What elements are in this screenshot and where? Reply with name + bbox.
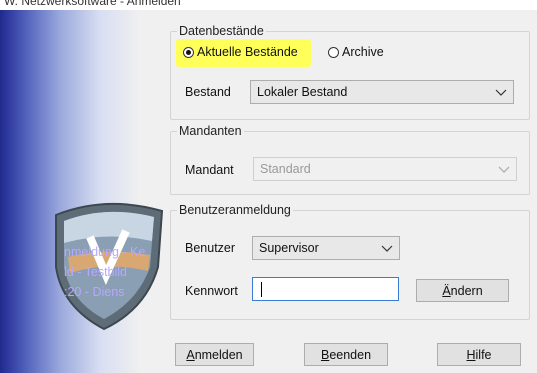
mandant-select: Standard — [253, 157, 517, 181]
radio-selected-icon — [183, 46, 194, 58]
text-caret — [261, 282, 262, 297]
user-value: Supervisor — [259, 241, 319, 255]
chevron-down-icon — [381, 245, 393, 252]
radio-unselected-icon — [328, 46, 339, 58]
shield-caption-1: nmeldung - Ke — [64, 245, 146, 259]
radio-archive[interactable]: Archive — [328, 45, 384, 59]
login-button[interactable]: Anmelden — [175, 343, 254, 366]
title-bar: W. Netzwerksoftware - Anmelden — [0, 0, 537, 10]
change-password-button[interactable]: Ändern — [416, 279, 509, 302]
password-field[interactable] — [252, 277, 399, 301]
mandant-value: Standard — [260, 162, 311, 176]
data-stock-group-title: Datenbestände — [179, 24, 264, 38]
help-button-label: ilfe — [475, 347, 492, 362]
change-button-label: ndern — [450, 283, 483, 298]
quit-button[interactable]: Beenden — [304, 343, 388, 366]
quit-button-accel: B — [320, 347, 330, 362]
bestand-value: Lokaler Bestand — [257, 85, 348, 99]
user-label: Benutzer — [185, 241, 236, 255]
radio-current-stock[interactable]: Aktuelle Bestände — [183, 45, 298, 59]
mandant-label: Mandant — [185, 163, 234, 177]
chevron-down-icon — [495, 89, 507, 96]
radio-current-stock-label: Aktuelle Bestände — [197, 45, 298, 59]
login-group-title: Benutzeranmeldung — [179, 203, 291, 217]
radio-archive-label: Archive — [342, 45, 384, 59]
login-group: Benutzeranmeldung — [170, 203, 530, 320]
help-button-accel: H — [466, 347, 476, 362]
quit-button-label: eenden — [329, 347, 372, 362]
window-title: W. Netzwerksoftware - Anmelden — [4, 0, 181, 8]
mandanten-group-title: Mandanten — [179, 124, 242, 138]
change-button-accel: Ä — [442, 283, 451, 298]
user-select[interactable]: Supervisor — [252, 236, 400, 260]
bestand-label: Bestand — [185, 85, 231, 99]
login-button-label: nmelden — [194, 347, 243, 362]
bestand-select[interactable]: Lokaler Bestand — [250, 80, 514, 104]
chevron-down-icon — [498, 166, 510, 173]
shield-caption-3: :20 - Diens — [64, 285, 125, 299]
password-label: Kennwort — [185, 284, 238, 298]
shield-caption-2: ld - Testbild — [64, 265, 127, 279]
help-button[interactable]: Hilfe — [437, 343, 521, 366]
login-button-accel: A — [186, 347, 195, 362]
